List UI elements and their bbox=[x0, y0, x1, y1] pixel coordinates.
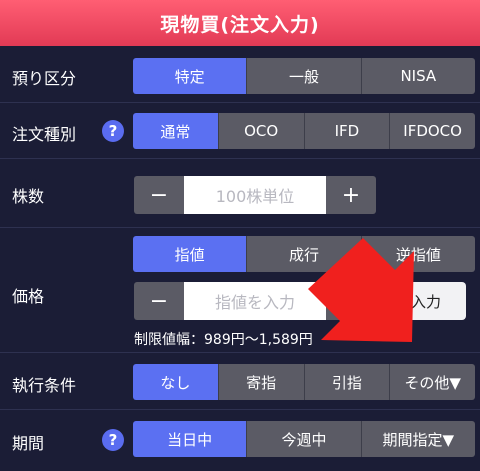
condition-label: 執行条件 bbox=[12, 376, 77, 395]
price-limit-text: 制限値幅：989円〜1,589円 bbox=[134, 332, 313, 348]
order-type-label: 注文種別 bbox=[12, 125, 77, 144]
price-input-button[interactable]: 入力 bbox=[386, 282, 466, 320]
condition-option-open[interactable]: 寄指 bbox=[217, 364, 304, 400]
page-header: 現物買(注文入力) bbox=[0, 0, 480, 46]
period-option-this-week[interactable]: 今週中 bbox=[246, 421, 361, 457]
period-help-icon[interactable]: ? bbox=[102, 429, 124, 451]
order-type-option-ifdoco[interactable]: IFDOCO bbox=[389, 113, 475, 149]
quantity-label: 株数 bbox=[12, 187, 45, 206]
period-selector: 当日中 今週中 期間指定▼ bbox=[133, 421, 475, 457]
price-plus-button[interactable]: + bbox=[326, 282, 376, 320]
quantity-input[interactable]: 100株単位 bbox=[184, 176, 326, 214]
condition-row: 執行条件 なし 寄指 引指 その他▼ bbox=[0, 353, 480, 410]
condition-option-other-dropdown[interactable]: その他▼ bbox=[389, 364, 475, 400]
price-type-selector: 指値 成行 逆指値 bbox=[133, 236, 475, 272]
account-option-ippan[interactable]: 一般 bbox=[246, 58, 361, 94]
price-minus-button[interactable]: − bbox=[134, 282, 184, 320]
order-type-selector: 通常 OCO IFD IFDOCO bbox=[133, 113, 475, 149]
condition-selector: なし 寄指 引指 その他▼ bbox=[133, 364, 475, 400]
quantity-plus-button[interactable]: + bbox=[326, 176, 376, 214]
price-option-stop[interactable]: 逆指値 bbox=[360, 236, 475, 272]
order-type-option-oco[interactable]: OCO bbox=[217, 113, 304, 149]
order-type-option-normal[interactable]: 通常 bbox=[133, 113, 218, 149]
quantity-stepper: − 100株単位 + bbox=[134, 176, 376, 214]
account-type-label: 預り区分 bbox=[12, 69, 77, 88]
order-type-option-ifd[interactable]: IFD bbox=[303, 113, 390, 149]
price-stepper: − 指値を入力 + bbox=[134, 282, 376, 320]
account-option-tokutei[interactable]: 特定 bbox=[133, 58, 247, 94]
account-type-selector: 特定 一般 NISA bbox=[133, 58, 475, 94]
price-option-market[interactable]: 成行 bbox=[246, 236, 361, 272]
order-type-help-icon[interactable]: ? bbox=[102, 120, 124, 142]
period-row: 期間 ? 当日中 今週中 期間指定▼ bbox=[0, 410, 480, 471]
price-input[interactable]: 指値を入力 bbox=[184, 282, 326, 320]
price-label: 価格 bbox=[12, 287, 45, 306]
page-title: 現物買(注文入力) bbox=[160, 13, 320, 36]
period-option-today[interactable]: 当日中 bbox=[133, 421, 247, 457]
condition-option-none[interactable]: なし bbox=[133, 364, 218, 400]
account-type-row: 預り区分 特定 一般 NISA bbox=[0, 47, 480, 103]
quantity-minus-button[interactable]: − bbox=[134, 176, 184, 214]
price-option-limit[interactable]: 指値 bbox=[133, 236, 247, 272]
quantity-row: 株数 − 100株単位 + bbox=[0, 159, 480, 228]
account-option-nisa[interactable]: NISA bbox=[360, 58, 475, 94]
period-option-specify-dropdown[interactable]: 期間指定▼ bbox=[360, 421, 475, 457]
period-label: 期間 bbox=[12, 434, 45, 453]
order-type-row: 注文種別 ? 通常 OCO IFD IFDOCO bbox=[0, 103, 480, 159]
condition-option-close[interactable]: 引指 bbox=[303, 364, 390, 400]
